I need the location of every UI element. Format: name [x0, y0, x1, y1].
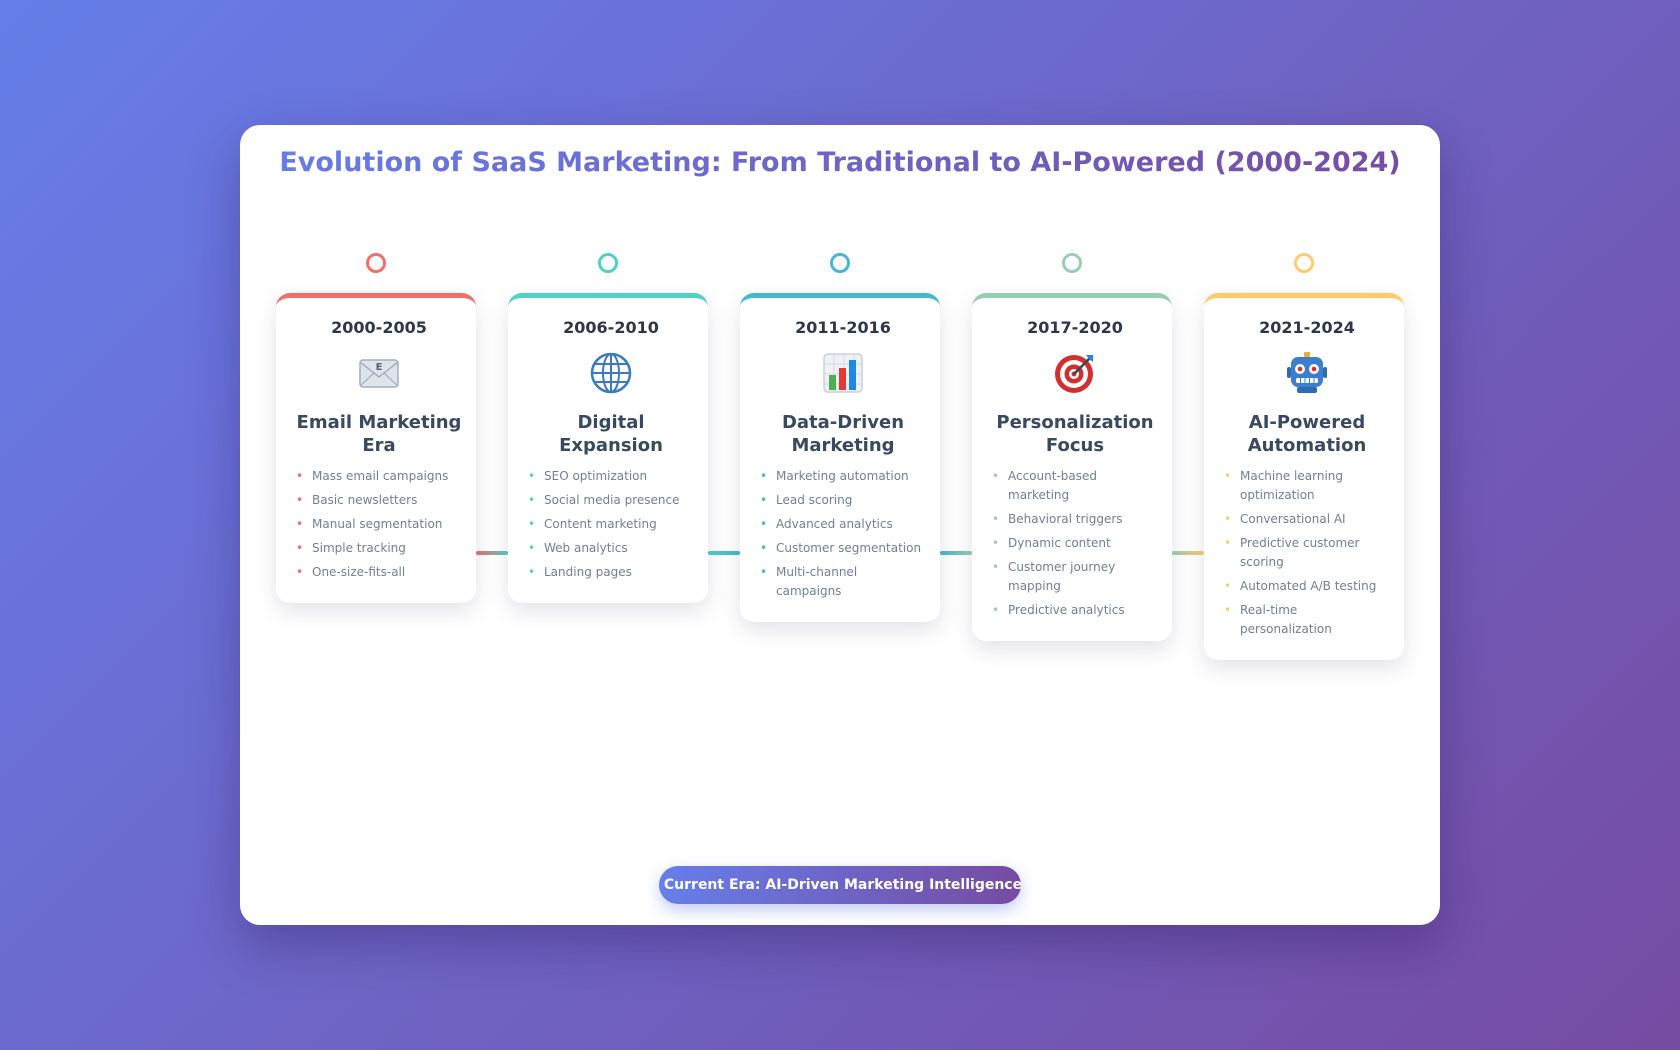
era-name: Digital Expansion — [559, 412, 663, 456]
era-feature-list: • Mass email campaigns • Basic newsletters… — [296, 467, 462, 582]
list-item: • Mass email campaigns — [296, 469, 449, 483]
bar-chart-icon — [823, 353, 863, 393]
timeline-dot — [1294, 253, 1314, 273]
timeline-dot — [366, 253, 386, 273]
timeline-dot — [598, 253, 618, 273]
envelope-icon: E — [359, 359, 399, 388]
timeline-connector — [476, 551, 508, 555]
list-item: • Automated A/B testing — [1224, 579, 1377, 593]
list-item: • Dynamic content — [992, 536, 1111, 550]
era-feature-list: • Marketing automation • Lead scoring • Adv… — [760, 467, 926, 601]
era-name: Email Marketing Era — [296, 412, 462, 456]
list-item: • Landing pages — [528, 565, 632, 579]
current-era-label: Current Era: AI-Driven Marketing Intelli… — [663, 877, 1023, 893]
era-card-ai-powered: 2021-2024 AI-Powered Automation • Machine… — [1204, 293, 1404, 660]
era-period: 2000-2005 — [331, 318, 427, 337]
list-item: • Customer segmentation — [760, 541, 922, 555]
list-item: • Social media presence — [528, 493, 680, 507]
list-item: • Predictive customer scoring — [1224, 536, 1360, 569]
list-item: • Multi-channel campaigns — [760, 565, 858, 598]
era-card-data-driven: 2011-2016 Data-Driven Marketing • Marketi… — [740, 293, 940, 622]
list-item: • One-size-fits-all — [296, 565, 406, 579]
timeline-connector — [708, 551, 740, 555]
list-item: • Account-based marketing — [992, 469, 1098, 502]
list-item: • Advanced analytics — [760, 517, 893, 531]
era-period: 2021-2024 — [1259, 318, 1355, 337]
era-name: AI-Powered Automation — [1247, 412, 1367, 456]
list-item: • Conversational AI — [1224, 512, 1346, 526]
era-period: 2017-2020 — [1027, 318, 1123, 337]
list-item: • Predictive analytics — [992, 603, 1125, 617]
list-item: • Customer journey mapping — [992, 560, 1116, 593]
list-item: • Machine learning optimization — [1224, 469, 1344, 502]
timeline-card: Evolution of SaaS Marketing: From Tradit… — [240, 125, 1440, 925]
era-feature-list: • Account-based marketing • Behavioral tri… — [992, 467, 1158, 620]
era-card-email: 2000-2005 E Email Marketing Era • Mass em… — [276, 293, 476, 603]
list-item: • SEO optimization — [528, 469, 648, 483]
page-title: Evolution of SaaS Marketing: From Tradit… — [240, 147, 1440, 178]
era-feature-list: • SEO optimization • Social media presence… — [528, 467, 694, 582]
list-item: • Web analytics — [528, 541, 628, 555]
timeline-dot — [1062, 253, 1082, 273]
robot-icon — [1287, 352, 1327, 393]
list-item: • Basic newsletters — [296, 493, 418, 507]
timeline-connector — [1172, 551, 1204, 555]
svg-text:E: E — [376, 362, 383, 373]
era-name: Data-Driven Marketing — [781, 412, 905, 456]
era-card-personalization: 2017-2020 Personalization Focus • Account… — [972, 293, 1172, 641]
list-item: • Real-time personalization — [1224, 603, 1332, 636]
era-feature-list: • Machine learning optimization • Conversa… — [1224, 467, 1390, 639]
era-period: 2006-2010 — [563, 318, 659, 337]
list-item: • Behavioral triggers — [992, 512, 1123, 526]
list-item: • Marketing automation — [760, 469, 909, 483]
list-item: • Simple tracking — [296, 541, 406, 555]
era-card-digital: 2006-2010 Digital Expansion • SEO optimiz… — [508, 293, 708, 603]
list-item: • Lead scoring — [760, 493, 853, 507]
list-item: • Manual segmentation — [296, 517, 443, 531]
target-icon — [1055, 355, 1093, 393]
timeline-connector — [940, 551, 972, 555]
current-era-badge: Current Era: AI-Driven Marketing Intelli… — [659, 866, 1023, 904]
era-name: Personalization Focus — [996, 412, 1154, 456]
globe-icon — [590, 352, 632, 394]
timeline-dot — [830, 253, 850, 273]
era-period: 2011-2016 — [795, 318, 891, 337]
list-item: • Content marketing — [528, 517, 657, 531]
